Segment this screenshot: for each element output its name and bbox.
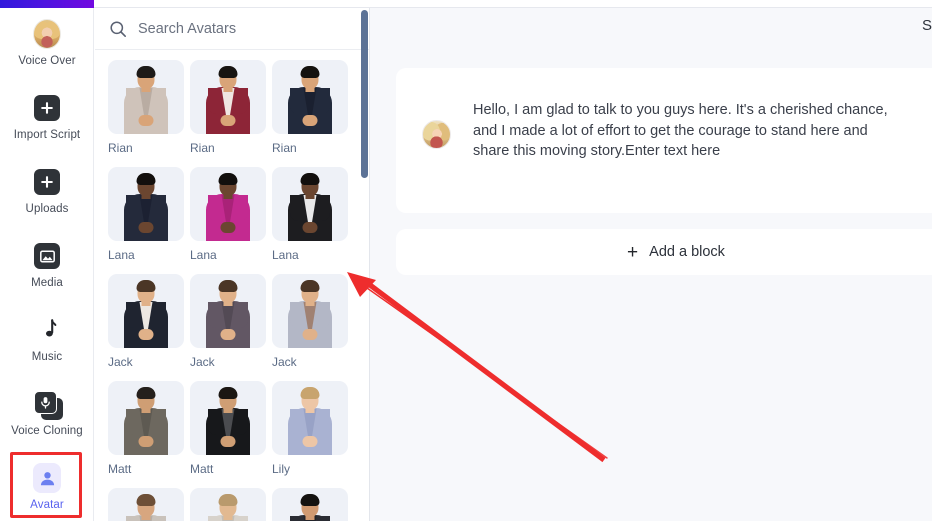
avatar-thumbnail[interactable] (108, 274, 184, 348)
sidebar-item-label: Uploads (25, 203, 69, 215)
avatar-figure-icon (190, 60, 266, 134)
header-action-label[interactable]: S (922, 17, 932, 34)
avatar-figure-icon (190, 167, 266, 241)
image-icon (33, 242, 61, 270)
avatar-figure-icon (272, 381, 348, 455)
avatar-figure-icon (190, 274, 266, 348)
avatar-name-label: Rian (272, 142, 297, 155)
left-sidebar: Voice Over Import Script Uploads Media M… (0, 8, 94, 521)
avatar-thumbnail[interactable] (108, 167, 184, 241)
avatar-figure-icon (108, 167, 184, 241)
add-block-label: Add a block (649, 244, 725, 260)
avatar-name-label: Matt (190, 463, 214, 476)
avatar-card[interactable]: Lana (272, 167, 348, 262)
plus-icon: + (627, 241, 639, 263)
speaker-avatar[interactable] (422, 120, 451, 149)
avatar-card[interactable]: Lily (272, 381, 348, 476)
avatar-thumbnail[interactable] (272, 274, 348, 348)
script-block-text[interactable]: Hello, I am glad to talk to you guys her… (473, 100, 903, 213)
avatar-thumbnail[interactable] (190, 488, 266, 521)
avatar-figure-icon (272, 167, 348, 241)
avatar-panel: Rian Rian Rian Lana Lana Lana Jack Jack Jack Matt… (95, 8, 370, 521)
avatar-name-label: Rian (108, 142, 133, 155)
avatar-thumbnail[interactable] (108, 60, 184, 134)
avatar-figure-icon (108, 488, 184, 521)
avatar-thumbnail[interactable] (272, 167, 348, 241)
avatar-card[interactable]: Matt (108, 381, 184, 476)
avatar-card[interactable]: Jack (190, 274, 266, 369)
avatar-thumbnail[interactable] (272, 381, 348, 455)
avatar-figure-icon (108, 381, 184, 455)
avatar-name-label: Lily (272, 463, 291, 476)
avatar-thumbnail[interactable] (272, 60, 348, 134)
app-root: Voice Over Import Script Uploads Media M… (0, 0, 932, 521)
sidebar-item-label: Music (31, 351, 63, 363)
microphone-stack-icon (33, 390, 63, 420)
search-input[interactable] (138, 20, 338, 37)
sidebar-item-music[interactable]: Music (0, 316, 94, 390)
avatar-card[interactable]: Jack (108, 274, 184, 369)
sidebar-item-label: Voice Cloning (11, 425, 83, 437)
search-icon (109, 20, 127, 38)
avatar-thumbnail[interactable] (108, 488, 184, 521)
avatar-figure-icon (108, 274, 184, 348)
avatar-thumbnail[interactable] (108, 381, 184, 455)
plus-square-icon (33, 168, 61, 196)
avatar-card[interactable]: Lana (190, 167, 266, 262)
avatar-grid: Rian Rian Rian Lana Lana Lana Jack Jack Jack Matt… (95, 50, 369, 521)
avatar-figure-icon (272, 60, 348, 134)
avatar-card[interactable] (108, 488, 184, 521)
music-note-icon (33, 316, 61, 344)
avatar-card[interactable] (272, 488, 348, 521)
avatar-thumbnail[interactable] (190, 60, 266, 134)
main-header: S (370, 8, 932, 42)
avatar-thumbnail[interactable] (190, 274, 266, 348)
sidebar-item-avatar[interactable]: Avatar (0, 463, 94, 521)
user-photo-avatar-icon (33, 19, 61, 49)
main-content: S Hello, I am glad to talk to you guys h… (370, 8, 932, 521)
avatar-name-label: Jack (190, 356, 215, 369)
sidebar-item-import-script[interactable]: Import Script (0, 94, 94, 168)
sidebar-item-label: Media (31, 277, 63, 289)
avatar-thumbnail[interactable] (190, 167, 266, 241)
avatar-figure-icon (272, 488, 348, 521)
avatar-card[interactable]: Rian (272, 60, 348, 155)
avatar-card[interactable] (190, 488, 266, 521)
brand-gradient-bar (0, 0, 94, 8)
avatar-thumbnail[interactable] (272, 488, 348, 521)
avatar-name-label: Jack (272, 356, 297, 369)
avatar-name-label: Matt (108, 463, 132, 476)
avatar-figure-icon (108, 60, 184, 134)
avatar-card[interactable]: Rian (108, 60, 184, 155)
sidebar-item-label: Import Script (13, 129, 81, 141)
person-icon (33, 463, 61, 493)
avatar-card[interactable]: Lana (108, 167, 184, 262)
sidebar-item-label: Voice Over (18, 55, 76, 67)
avatar-name-label: Lana (108, 249, 135, 262)
plus-square-icon (33, 94, 61, 122)
avatar-thumbnail[interactable] (190, 381, 266, 455)
avatar-card[interactable]: Matt (190, 381, 266, 476)
sidebar-item-voice-cloning[interactable]: Voice Cloning (0, 390, 94, 464)
sidebar-item-media[interactable]: Media (0, 242, 94, 316)
avatar-figure-icon (190, 488, 266, 521)
sidebar-item-uploads[interactable]: Uploads (0, 168, 94, 242)
script-block-card[interactable]: Hello, I am glad to talk to you guys her… (396, 68, 932, 213)
avatar-name-label: Rian (190, 142, 215, 155)
avatar-figure-icon (272, 274, 348, 348)
avatar-search-bar[interactable] (95, 8, 369, 50)
avatar-name-label: Lana (190, 249, 217, 262)
add-block-button[interactable]: + Add a block (396, 229, 932, 275)
avatar-card[interactable]: Jack (272, 274, 348, 369)
avatar-name-label: Jack (108, 356, 133, 369)
sidebar-item-voice-over[interactable]: Voice Over (0, 19, 94, 94)
avatar-name-label: Lana (272, 249, 299, 262)
sidebar-item-label: Avatar (30, 499, 64, 511)
avatar-figure-icon (190, 381, 266, 455)
avatar-list-scrollbar[interactable] (361, 10, 368, 178)
avatar-card[interactable]: Rian (190, 60, 266, 155)
